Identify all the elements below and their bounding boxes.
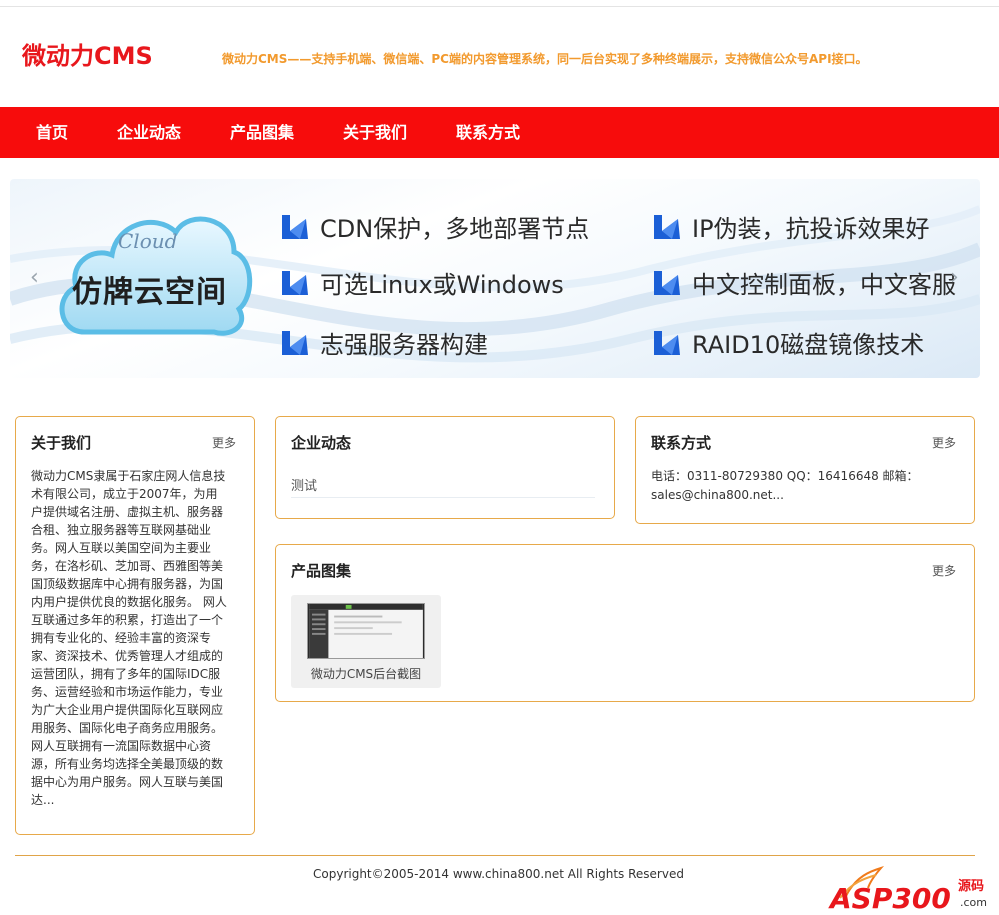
checkmark-icon: [282, 271, 308, 295]
feature-panel: 中文控制面板，中文客服: [652, 265, 958, 299]
svg-text:.com: .com: [960, 896, 987, 909]
checkmark-icon: [654, 331, 680, 355]
site-logo[interactable]: 微动力CMS: [22, 36, 153, 71]
nav-item-contact[interactable]: 联系方式: [456, 107, 520, 158]
contact-title: 联系方式: [651, 434, 712, 452]
contact-panel: 联系方式 更多 电话：0311-80729380 QQ：16416648 邮箱：…: [635, 416, 975, 524]
contact-text: 电话：0311-80729380 QQ：16416648 邮箱：sales@ch…: [651, 469, 919, 502]
about-panel: 关于我们 更多 微动力CMS隶属于石家庄网人信息技术有限公司，成立于2007年，…: [15, 416, 255, 835]
checkmark-icon: [282, 215, 308, 239]
products-title: 产品图集: [291, 562, 352, 580]
site-slogan: 微动力CMS——支持手机端、微信端、PC端的内容管理系统，同一后台实现了多种终端…: [222, 52, 868, 66]
copyright-text: Copyright©2005-2014 www.china800.net All…: [313, 867, 684, 881]
svg-text:ASP300: ASP300: [828, 882, 951, 912]
news-title: 企业动态: [291, 434, 352, 452]
banner-next-button[interactable]: ›: [950, 265, 959, 290]
product-caption: 微动力CMS后台截图: [310, 667, 422, 681]
banner-prev-button[interactable]: ‹: [30, 265, 39, 290]
news-divider: [291, 497, 595, 498]
cloud-label: Cloud: [118, 229, 178, 253]
feature-column-right: IP伪装，抗投诉效果好 中文控制面板，中文客服 RAID10磁盘镜像技术: [650, 179, 958, 378]
banner-title: 仿牌云空间: [72, 275, 227, 310]
hero-banner[interactable]: Cloud 仿牌云空间 CDN保护，多地部署节点 可选Linux或Windows…: [10, 179, 980, 378]
feature-server: 志强服务器构建: [280, 325, 640, 359]
nav-item-home[interactable]: 首页: [36, 107, 68, 158]
news-item[interactable]: 测试: [291, 475, 317, 494]
nav-item-products[interactable]: 产品图集: [230, 107, 294, 158]
product-thumbnail: [307, 603, 425, 659]
checkmark-icon: [282, 331, 308, 355]
nav-item-about[interactable]: 关于我们: [343, 107, 407, 158]
product-card[interactable]: 微动力CMS后台截图: [291, 595, 441, 688]
products-panel: 产品图集 更多 微动力CMS后台截图: [275, 544, 975, 702]
checkmark-icon: [654, 271, 680, 295]
top-divider: [0, 6, 999, 7]
feature-raid: RAID10磁盘镜像技术: [652, 325, 958, 359]
nav-item-news[interactable]: 企业动态: [117, 107, 181, 158]
about-text: 微动力CMS隶属于石家庄网人信息技术有限公司，成立于2007年，为用户提供域名注…: [31, 469, 227, 807]
footer-divider: [15, 855, 975, 856]
feature-os: 可选Linux或Windows: [280, 265, 640, 299]
about-more-link[interactable]: 更多: [212, 434, 236, 451]
news-panel: 企业动态 测试: [275, 416, 615, 519]
feature-ip: IP伪装，抗投诉效果好: [652, 209, 958, 243]
products-more-link[interactable]: 更多: [932, 562, 956, 579]
about-title: 关于我们: [31, 434, 92, 452]
watermark-logo: ASP300 源码 .com: [828, 866, 987, 912]
main-nav: 首页 企业动态 产品图集 关于我们 联系方式: [0, 107, 999, 158]
contact-more-link[interactable]: 更多: [932, 434, 956, 451]
checkmark-icon: [654, 215, 680, 239]
svg-text:源码: 源码: [958, 878, 984, 894]
feature-cdn: CDN保护，多地部署节点: [280, 209, 640, 243]
